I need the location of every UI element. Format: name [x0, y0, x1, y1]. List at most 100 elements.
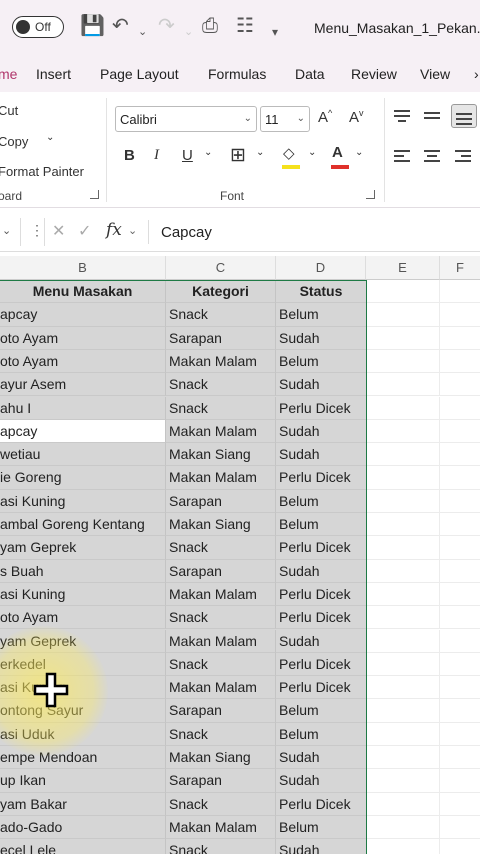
- cell[interactable]: [440, 793, 480, 816]
- align-top-icon[interactable]: [394, 108, 412, 124]
- cell[interactable]: [366, 792, 440, 816]
- cell[interactable]: [366, 396, 440, 420]
- column-header-d[interactable]: D: [276, 256, 366, 280]
- cell[interactable]: [366, 746, 440, 770]
- tab-insert[interactable]: Insert: [36, 66, 71, 82]
- cell[interactable]: [440, 699, 480, 723]
- cell[interactable]: [440, 746, 480, 770]
- italic-button[interactable]: I: [154, 147, 159, 164]
- cell[interactable]: [366, 676, 440, 700]
- format-icon[interactable]: ☷: [236, 14, 254, 38]
- cell[interactable]: [366, 839, 440, 854]
- cell[interactable]: [440, 280, 480, 304]
- underline-button[interactable]: U: [182, 147, 193, 164]
- cell[interactable]: [440, 327, 480, 350]
- cell[interactable]: [440, 676, 480, 700]
- font-size-select[interactable]: 11 ⌄: [260, 106, 310, 132]
- tab-review[interactable]: Review: [351, 66, 397, 82]
- align-bottom-icon[interactable]: [451, 104, 477, 128]
- cell[interactable]: [440, 373, 480, 397]
- cell[interactable]: [440, 839, 480, 854]
- cell[interactable]: [440, 536, 480, 560]
- bold-button[interactable]: B: [124, 147, 135, 164]
- align-right-icon[interactable]: [455, 148, 473, 164]
- more-options-icon[interactable]: ⋮: [30, 222, 44, 239]
- formula-input[interactable]: Capcay: [161, 224, 212, 241]
- copy-button[interactable]: Copy: [0, 134, 28, 149]
- column-header-b[interactable]: B: [0, 256, 166, 280]
- column-header-e[interactable]: E: [366, 256, 440, 280]
- cell[interactable]: [440, 560, 480, 583]
- cell[interactable]: [366, 769, 440, 793]
- fill-color-icon[interactable]: ◇: [282, 144, 300, 169]
- underline-dropdown-icon[interactable]: ⌄: [204, 147, 212, 158]
- column-header-c[interactable]: C: [166, 256, 276, 280]
- cell[interactable]: [366, 699, 440, 723]
- cell[interactable]: [366, 373, 440, 397]
- undo-icon[interactable]: ↶: [112, 14, 129, 38]
- clipboard-launcher-icon[interactable]: [90, 190, 99, 199]
- cell[interactable]: [440, 816, 480, 840]
- align-middle-icon[interactable]: [424, 108, 442, 124]
- tab-home[interactable]: me: [0, 66, 17, 82]
- font-color-icon[interactable]: A: [331, 144, 349, 169]
- cell[interactable]: [440, 490, 480, 513]
- cancel-icon[interactable]: ✕: [52, 221, 65, 241]
- autosave-toggle[interactable]: Off: [12, 16, 64, 38]
- cell[interactable]: [366, 489, 440, 513]
- font-color-dropdown-icon[interactable]: ⌄: [355, 147, 363, 158]
- font-name-select[interactable]: Calibri ⌄: [115, 106, 257, 132]
- cell[interactable]: [440, 443, 480, 467]
- cell[interactable]: [366, 722, 440, 746]
- format-painter-button[interactable]: Format Painter: [0, 164, 84, 179]
- fill-color-dropdown-icon[interactable]: ⌄: [308, 147, 316, 158]
- cell[interactable]: [366, 349, 440, 374]
- cell[interactable]: [366, 559, 440, 583]
- cut-button[interactable]: Cut: [0, 103, 18, 118]
- column-header-f[interactable]: F: [440, 256, 480, 280]
- undo-dropdown-icon[interactable]: ⌄: [138, 20, 147, 44]
- tab-formulas[interactable]: Formulas: [208, 66, 266, 82]
- insert-function-icon[interactable]: fx: [106, 220, 122, 240]
- tab-page-layout[interactable]: Page Layout: [100, 66, 179, 82]
- cell[interactable]: [366, 513, 440, 537]
- borders-icon[interactable]: ⊞: [230, 144, 246, 167]
- cell[interactable]: [440, 513, 480, 537]
- cell[interactable]: [366, 815, 440, 840]
- font-launcher-icon[interactable]: [366, 190, 375, 199]
- increase-font-size-icon[interactable]: A^: [318, 108, 332, 126]
- cell[interactable]: [440, 630, 480, 653]
- cell[interactable]: [366, 606, 440, 630]
- cell[interactable]: [440, 653, 480, 677]
- name-box-dropdown-icon[interactable]: ⌄: [2, 224, 11, 237]
- save-icon[interactable]: 💾: [80, 14, 105, 38]
- cell[interactable]: [366, 652, 440, 677]
- cell[interactable]: [440, 606, 480, 630]
- align-center-icon[interactable]: [424, 148, 442, 164]
- cell[interactable]: [366, 629, 440, 653]
- cell[interactable]: [440, 583, 480, 607]
- cell[interactable]: [366, 326, 440, 350]
- cell[interactable]: [440, 303, 480, 327]
- cell[interactable]: [440, 769, 480, 793]
- spreadsheet-grid[interactable]: Menu Masakan Kategori Status apcay Snack B…: [0, 280, 480, 854]
- cell[interactable]: [440, 466, 480, 490]
- cell[interactable]: [366, 466, 440, 490]
- cell[interactable]: [440, 350, 480, 374]
- print-preview-icon[interactable]: ⎙: [202, 14, 218, 38]
- cell[interactable]: [440, 397, 480, 420]
- cell[interactable]: [366, 536, 440, 560]
- cell[interactable]: [366, 303, 440, 327]
- copy-dropdown-icon[interactable]: ⌄: [46, 132, 54, 143]
- redo-icon[interactable]: ↷: [158, 14, 175, 38]
- cell[interactable]: [366, 419, 440, 444]
- more-tabs-icon[interactable]: ›: [474, 66, 479, 82]
- tab-data[interactable]: Data: [295, 66, 325, 82]
- enter-icon[interactable]: ✓: [78, 221, 91, 241]
- customize-icon[interactable]: ▾: [272, 20, 278, 44]
- cell[interactable]: [366, 582, 440, 607]
- cell[interactable]: [366, 443, 440, 467]
- decrease-font-size-icon[interactable]: Av: [349, 108, 364, 126]
- align-left-icon[interactable]: [394, 148, 412, 164]
- function-dropdown-icon[interactable]: ⌄: [128, 224, 137, 237]
